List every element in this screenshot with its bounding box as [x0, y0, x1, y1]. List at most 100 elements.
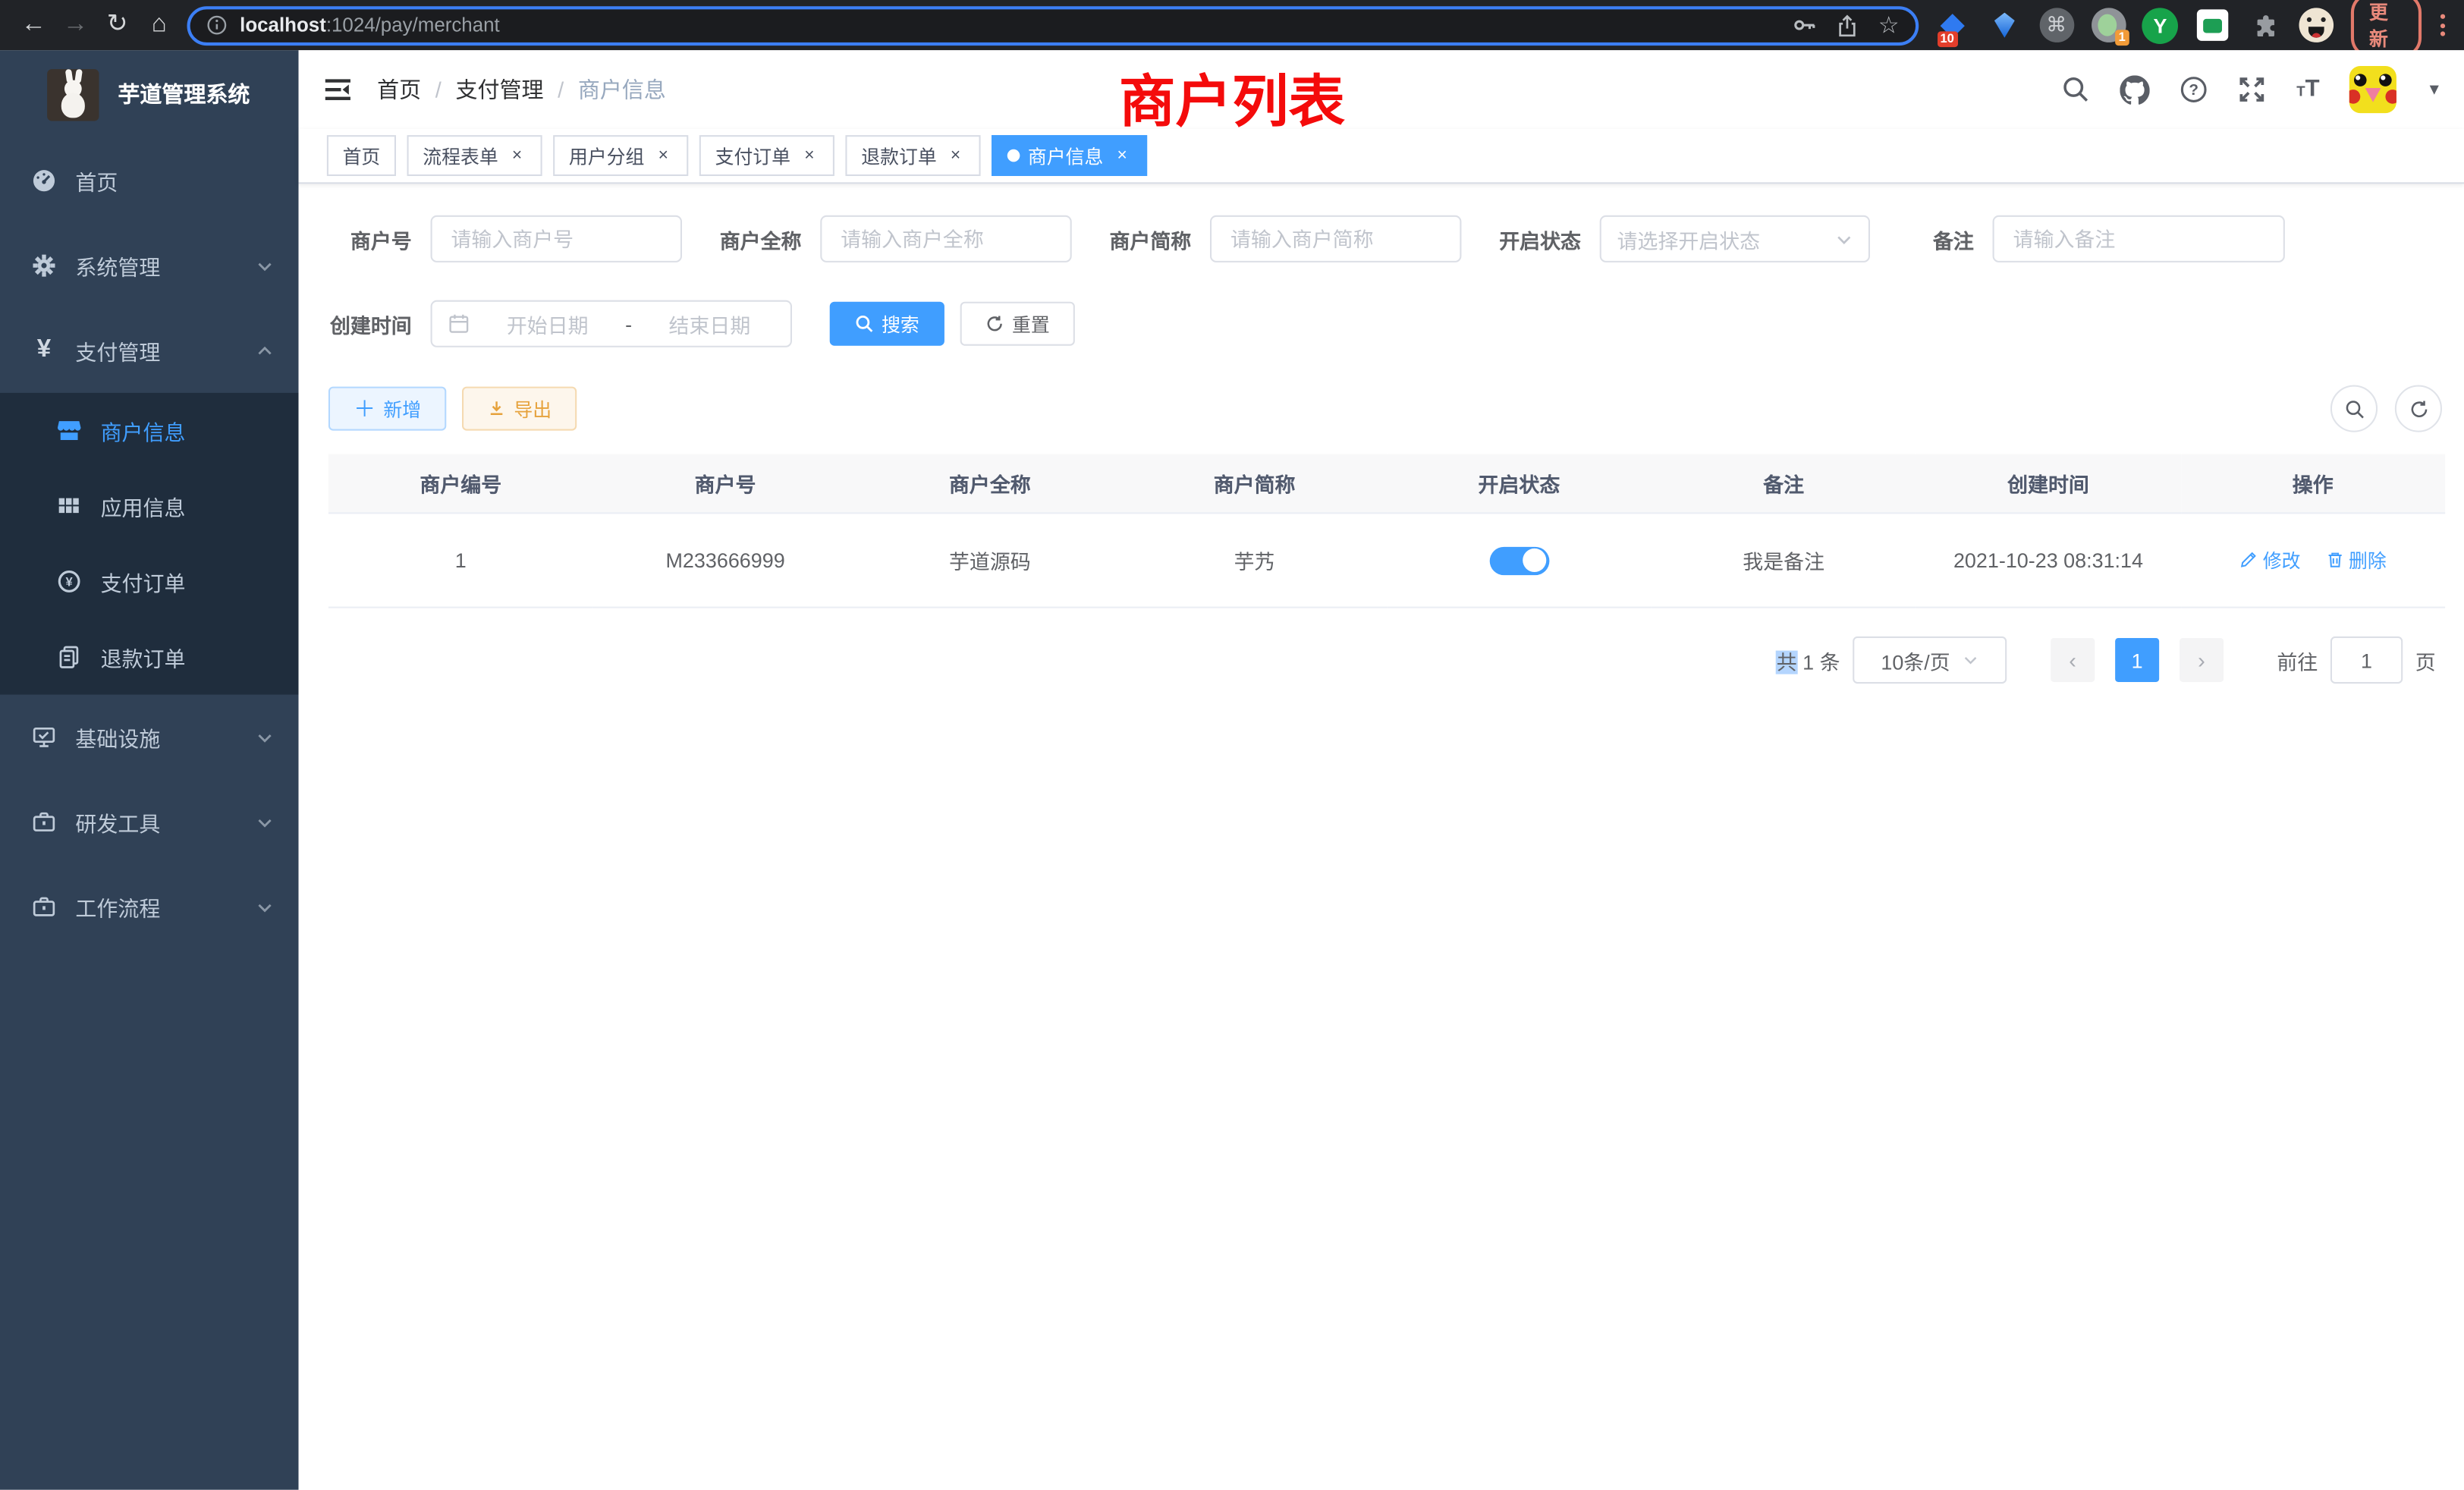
table-header-row: 商户编号 商户号 商户全称 商户简称 开启状态 备注 创建时间 操作	[328, 454, 2445, 514]
refresh-table-icon[interactable]	[2395, 385, 2442, 432]
reset-button[interactable]: 重置	[960, 302, 1075, 346]
user-menu-caret-icon[interactable]: ▼	[2426, 81, 2442, 99]
sidebar-item-pay-order[interactable]: ¥ 支付订单	[0, 544, 299, 619]
export-button[interactable]: 导出	[462, 387, 577, 431]
col-actions: 操作	[2180, 454, 2445, 514]
start-date-placeholder[interactable]: 开始日期	[482, 309, 613, 338]
content-area: 商户号 商户全称 商户简称 开启状态 请选择开启状态	[299, 184, 2464, 1489]
status-select[interactable]: 请选择开启状态	[1600, 215, 1870, 262]
extension-chat-icon[interactable]	[2193, 6, 2231, 44]
sidebar-item-merchant-info[interactable]: 商户信息	[0, 393, 299, 468]
status-toggle[interactable]	[1489, 546, 1549, 574]
tab-process-form[interactable]: 流程表单×	[407, 135, 542, 176]
sidebar-item-app-info[interactable]: 应用信息	[0, 468, 299, 543]
close-icon[interactable]: ×	[946, 146, 965, 165]
close-icon[interactable]: ×	[508, 146, 526, 165]
sidebar-item-label: 系统管理	[75, 250, 160, 281]
breadcrumb-payment[interactable]: 支付管理	[455, 74, 543, 105]
page-unit-label: 页	[2415, 645, 2436, 674]
sidebar-collapse-icon[interactable]	[299, 50, 378, 129]
profile-avatar-icon[interactable]	[2297, 6, 2335, 44]
tab-pay-order[interactable]: 支付订单×	[699, 135, 834, 176]
password-key-icon[interactable]	[1792, 13, 1817, 38]
extension-command-icon[interactable]: ⌘	[2038, 6, 2076, 44]
edit-button[interactable]: 修改	[2239, 546, 2301, 573]
create-time-label: 创建时间	[328, 309, 412, 338]
breadcrumb-home[interactable]: 首页	[377, 74, 421, 105]
page-info-icon[interactable]	[206, 14, 228, 36]
url-path: :1024/pay/merchant	[326, 14, 500, 36]
col-create-time: 创建时间	[1916, 454, 2181, 514]
browser-back-icon[interactable]: ←	[13, 0, 55, 50]
extension-gem-icon[interactable]	[1986, 6, 2024, 44]
sidebar-item-dev-tools[interactable]: 研发工具	[0, 779, 299, 864]
browser-reload-icon[interactable]: ↻	[96, 0, 138, 50]
header-search-icon[interactable]	[2063, 75, 2091, 103]
sidebar-item-label: 支付订单	[101, 566, 186, 597]
font-size-icon[interactable]: TT	[2296, 77, 2319, 102]
tab-refund-order[interactable]: 退款订单×	[846, 135, 981, 176]
tab-home[interactable]: 首页	[327, 135, 396, 176]
page-size-select[interactable]: 10条/页	[1853, 637, 2007, 684]
create-time-range-picker[interactable]: 开始日期 - 结束日期	[431, 300, 792, 347]
remark-input[interactable]	[1993, 215, 2285, 262]
show-search-icon[interactable]	[2330, 385, 2378, 432]
shop-icon	[57, 418, 82, 443]
browser-menu-icon[interactable]	[2434, 14, 2452, 36]
calendar-icon	[448, 313, 470, 335]
col-short-name: 商户简称	[1122, 454, 1387, 514]
delete-button[interactable]: 删除	[2325, 546, 2387, 573]
extensions-puzzle-icon[interactable]	[2245, 6, 2283, 44]
sidebar-item-payment[interactable]: ¥ 支付管理	[0, 308, 299, 393]
prev-page-button[interactable]: ‹	[2051, 638, 2095, 682]
close-icon[interactable]: ×	[1113, 146, 1132, 165]
sidebar-item-infrastructure[interactable]: 基础设施	[0, 695, 299, 780]
next-page-button[interactable]: ›	[2180, 638, 2224, 682]
table-toolbar: ＋ 新增 导出	[328, 385, 2445, 432]
sidebar-item-system[interactable]: 系统管理	[0, 223, 299, 308]
cell-merchant-no: M233666999	[593, 513, 858, 607]
sidebar-item-workflow[interactable]: 工作流程	[0, 864, 299, 949]
extension-y-icon[interactable]: Y	[2142, 6, 2180, 44]
bookmark-star-icon[interactable]: ☆	[1878, 14, 1900, 37]
close-icon[interactable]: ×	[654, 146, 673, 165]
browser-home-icon[interactable]: ⌂	[138, 0, 180, 50]
tab-merchant-info[interactable]: 商户信息×	[992, 135, 1147, 176]
filter-row-2: 创建时间 开始日期 - 结束日期 搜索	[328, 300, 2445, 347]
search-icon	[855, 314, 874, 333]
fullscreen-icon[interactable]	[2239, 75, 2267, 103]
end-date-placeholder[interactable]: 结束日期	[645, 309, 775, 338]
sidebar-item-label: 商户信息	[101, 415, 186, 446]
breadcrumb: 首页 / 支付管理 / 商户信息	[377, 74, 666, 105]
address-bar[interactable]: localhost:1024/pay/merchant ☆	[187, 5, 1919, 45]
sidebar-item-home[interactable]: 首页	[0, 138, 299, 223]
tab-user-group[interactable]: 用户分组×	[553, 135, 688, 176]
github-icon[interactable]	[2120, 74, 2150, 104]
short-name-input[interactable]	[1210, 215, 1461, 262]
pagination: 共 1 条 10条/页 ‹ 1 › 前往 页	[328, 637, 2445, 684]
browser-forward-icon[interactable]: →	[55, 0, 96, 50]
add-button[interactable]: ＋ 新增	[328, 387, 446, 431]
share-icon[interactable]	[1836, 14, 1859, 37]
user-avatar[interactable]	[2349, 66, 2396, 113]
url-text[interactable]: localhost:1024/pay/merchant	[240, 14, 1773, 36]
sidebar-item-refund-order[interactable]: 退款订单	[0, 619, 299, 694]
full-name-input[interactable]	[820, 215, 1071, 262]
goto-page-input[interactable]	[2330, 637, 2403, 684]
active-dot	[1007, 149, 1020, 162]
cell-full-name: 芋道源码	[857, 513, 1122, 607]
sidebar-item-label: 应用信息	[101, 490, 186, 521]
close-icon[interactable]: ×	[800, 146, 819, 165]
extension-pin-icon[interactable]: 10	[1934, 6, 1972, 44]
status-label: 开启状态	[1499, 224, 1581, 253]
goto-label: 前往	[2277, 645, 2318, 674]
help-icon[interactable]: ?	[2180, 75, 2208, 103]
document-copy-icon	[57, 644, 82, 669]
merchant-no-input[interactable]	[431, 215, 682, 262]
search-button[interactable]: 搜索	[830, 302, 944, 346]
browser-update-button[interactable]: 更新	[2350, 0, 2422, 58]
page-1-button[interactable]: 1	[2115, 638, 2159, 682]
extension-camera-icon[interactable]: 1	[2089, 6, 2127, 44]
app-logo[interactable]: 芋道管理系统	[0, 50, 299, 138]
sidebar-item-label: 退款订单	[101, 641, 186, 672]
